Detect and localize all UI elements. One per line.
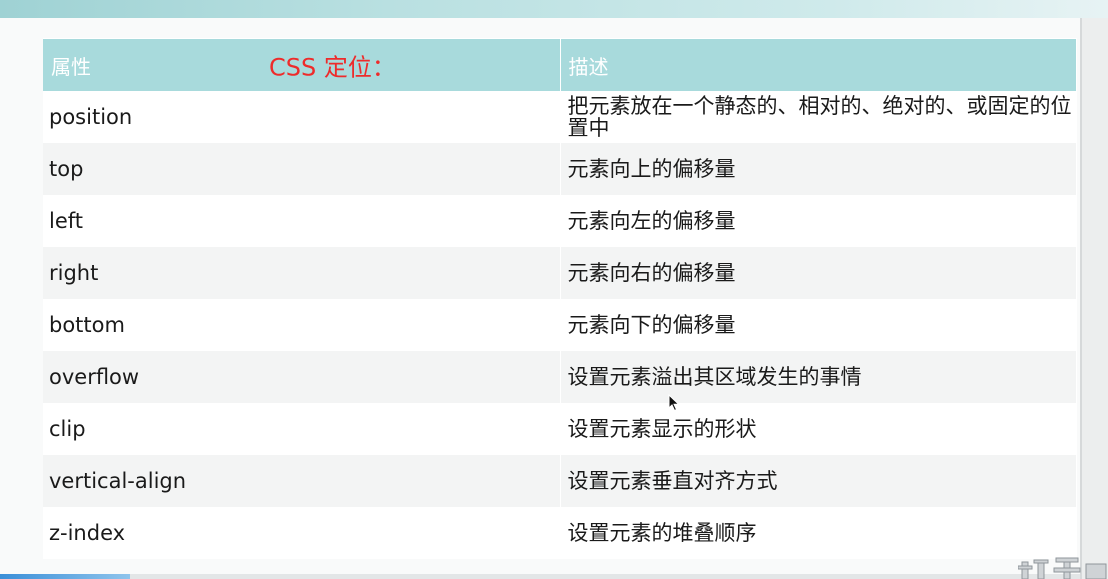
- slide-top-band: [0, 0, 1108, 18]
- description-cell: 把元素放在一个静态的、相对的、绝对的、或固定的位置中: [560, 91, 1077, 143]
- mouse-cursor-icon: [668, 394, 680, 412]
- taskbar-active-item[interactable]: [0, 574, 130, 579]
- header-property: 属性 CSS 定位：: [43, 38, 561, 91]
- page-title: CSS 定位：: [269, 53, 396, 82]
- table-row: right 元素向右的偏移量: [43, 247, 1077, 299]
- table-row: z-index 设置元素的堆叠顺序: [43, 507, 1077, 559]
- taskbar: [0, 574, 1080, 579]
- table-row: left 元素向左的偏移量: [43, 195, 1077, 247]
- description-cell: 元素向左的偏移量: [560, 195, 1077, 247]
- table-row: position 把元素放在一个静态的、相对的、绝对的、或固定的位置中: [43, 91, 1077, 143]
- css-position-table: 属性 CSS 定位： 描述 position 把元素放在一个静态的、相对的、绝对…: [43, 38, 1077, 559]
- table-row: bottom 元素向下的偏移量: [43, 299, 1077, 351]
- property-cell: position: [43, 91, 561, 143]
- property-cell: z-index: [43, 507, 561, 559]
- property-cell: right: [43, 247, 561, 299]
- table-row: top 元素向上的偏移量: [43, 143, 1077, 195]
- table-header-row: 属性 CSS 定位： 描述: [43, 38, 1077, 91]
- header-property-label: 属性: [51, 54, 91, 79]
- property-cell: vertical-align: [43, 455, 561, 507]
- watermark-logo: [1018, 557, 1107, 579]
- property-cell: top: [43, 143, 561, 195]
- description-cell: 设置元素显示的形状: [560, 403, 1077, 455]
- description-cell: 元素向上的偏移量: [560, 143, 1077, 195]
- description-cell: 设置元素溢出其区域发生的事情: [560, 351, 1077, 403]
- table-row: vertical-align 设置元素垂直对齐方式: [43, 455, 1077, 507]
- header-description: 描述: [560, 38, 1077, 91]
- description-cell: 设置元素垂直对齐方式: [560, 455, 1077, 507]
- property-cell: bottom: [43, 299, 561, 351]
- scrollbar-area[interactable]: [1080, 18, 1108, 579]
- description-cell: 元素向下的偏移量: [560, 299, 1077, 351]
- table-row: clip 设置元素显示的形状: [43, 403, 1077, 455]
- table-row: overflow 设置元素溢出其区域发生的事情: [43, 351, 1077, 403]
- property-cell: overflow: [43, 351, 561, 403]
- property-cell: left: [43, 195, 561, 247]
- property-cell: clip: [43, 403, 561, 455]
- description-cell: 元素向右的偏移量: [560, 247, 1077, 299]
- description-cell: 设置元素的堆叠顺序: [560, 507, 1077, 559]
